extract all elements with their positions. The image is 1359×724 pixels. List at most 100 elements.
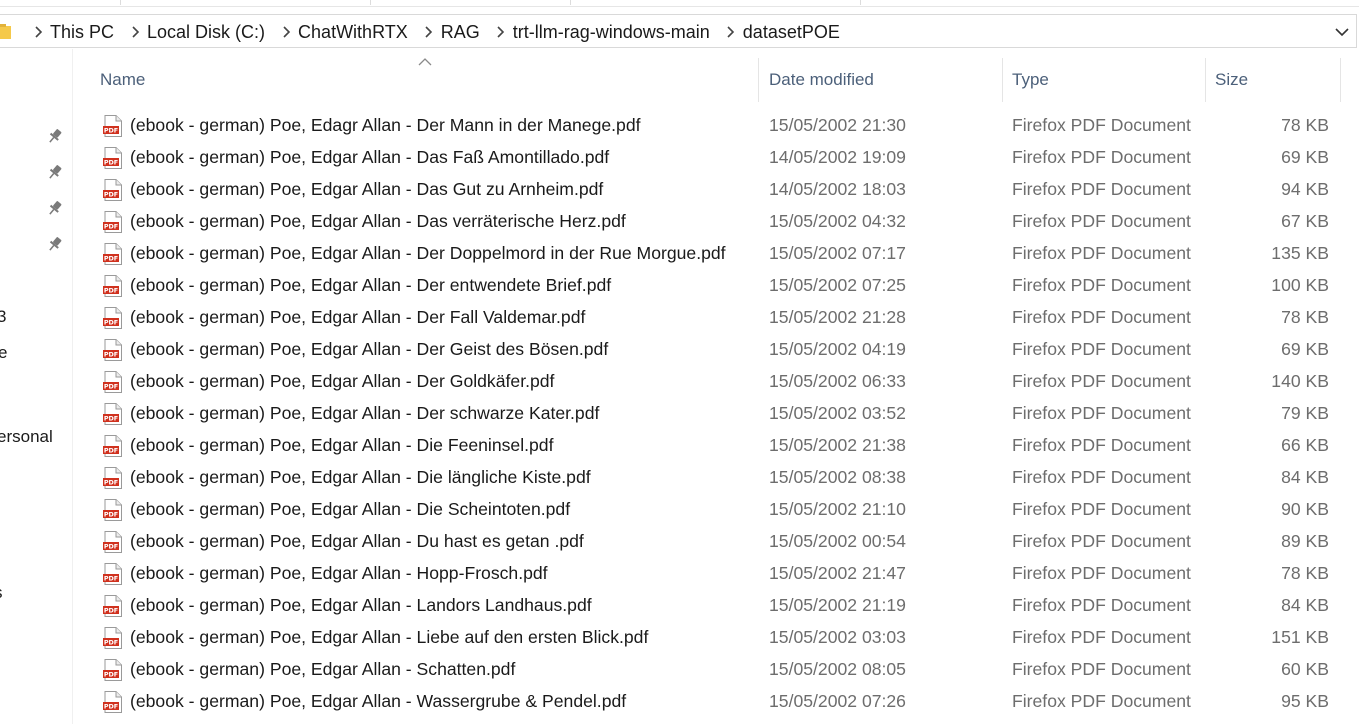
breadcrumb-item[interactable]: trt-llm-rag-windows-main (513, 22, 719, 43)
chevron-right-icon[interactable] (417, 15, 441, 49)
pdf-file-icon: PDF (103, 307, 122, 329)
address-dropdown-button[interactable] (1332, 22, 1352, 42)
file-size: 66 KB (1281, 435, 1329, 455)
navigation-pane[interactable]: 3 e ersonal s (0, 49, 73, 724)
column-header-name[interactable]: Name (88, 58, 758, 102)
file-name[interactable]: (ebook - german) Poe, Edgar Allan - Die … (130, 435, 553, 456)
file-row[interactable]: PDF (ebook - german) Poe, Edgar Allan - D… (96, 206, 1346, 238)
file-row[interactable]: PDF (ebook - german) Poe, Edgar Allan - D… (96, 142, 1346, 174)
chevron-right-icon[interactable] (274, 15, 298, 49)
file-row[interactable]: PDF (ebook - german) Poe, Edgar Allan - D… (96, 430, 1346, 462)
file-name[interactable]: (ebook - german) Poe, Edgar Allan - Lieb… (130, 627, 648, 648)
nav-item-label[interactable]: e (0, 343, 7, 363)
file-name[interactable]: (ebook - german) Poe, Edagr Allan - Der … (130, 115, 641, 136)
file-row[interactable]: PDF (ebook - german) Poe, Edgar Allan - L… (96, 622, 1346, 654)
address-bar[interactable]: This PC Local Disk (C:) ChatWithRTX RAG trt-… (0, 14, 1357, 48)
pin-icon[interactable] (47, 128, 63, 144)
column-header-date[interactable]: Date modified (759, 58, 1002, 102)
file-row[interactable]: PDF (ebook - german) Poe, Edgar Allan - D… (96, 526, 1346, 558)
pdf-file-icon: PDF (103, 435, 122, 457)
file-name[interactable]: (ebook - german) Poe, Edgar Allan - Der … (130, 339, 608, 360)
file-name[interactable]: (ebook - german) Poe, Edgar Allan - Der … (130, 371, 554, 392)
file-row[interactable]: PDF (ebook - german) Poe, Edgar Allan - S… (96, 654, 1346, 686)
file-row[interactable]: PDF (ebook - german) Poe, Edgar Allan - D… (96, 302, 1346, 334)
column-header-type[interactable]: Type (1003, 58, 1205, 102)
svg-text:PDF: PDF (104, 543, 118, 551)
file-name[interactable]: (ebook - german) Poe, Edgar Allan - Die … (130, 467, 591, 488)
file-date-modified: 15/05/2002 04:19 (769, 339, 906, 359)
file-row[interactable]: PDF (ebook - german) Poe, Edgar Allan - D… (96, 174, 1346, 206)
breadcrumb-item[interactable]: ChatWithRTX (298, 22, 417, 43)
file-size: 135 KB (1271, 243, 1329, 263)
file-date-modified: 14/05/2002 18:03 (769, 179, 906, 199)
file-date-modified: 15/05/2002 08:05 (769, 659, 906, 679)
chevron-right-icon[interactable] (489, 15, 513, 49)
svg-text:PDF: PDF (104, 671, 118, 679)
file-size: 84 KB (1281, 467, 1329, 487)
chevron-right-icon[interactable] (123, 15, 147, 49)
chevron-right-icon[interactable] (26, 15, 50, 49)
breadcrumb-item[interactable]: Local Disk (C:) (147, 22, 274, 43)
file-type: Firefox PDF Document (1012, 627, 1191, 647)
file-row[interactable]: PDF (ebook - german) Poe, Edgar Allan - H… (96, 558, 1346, 590)
svg-text:PDF: PDF (104, 287, 118, 295)
file-type: Firefox PDF Document (1012, 179, 1191, 199)
file-row[interactable]: PDF (ebook - german) Poe, Edgar Allan - D… (96, 270, 1346, 302)
chevron-right-icon[interactable] (719, 15, 743, 49)
breadcrumb-item[interactable]: RAG (441, 22, 489, 43)
file-row[interactable]: PDF (ebook - german) Poe, Edgar Allan - D… (96, 494, 1346, 526)
file-name[interactable]: (ebook - german) Poe, Edgar Allan - Wass… (130, 691, 626, 712)
folder-icon (0, 24, 11, 39)
file-row[interactable]: PDF (ebook - german) Poe, Edgar Allan - L… (96, 590, 1346, 622)
file-size: 140 KB (1271, 371, 1329, 391)
file-row[interactable]: PDF (ebook - german) Poe, Edgar Allan - D… (96, 366, 1346, 398)
file-size: 78 KB (1281, 563, 1329, 583)
file-name[interactable]: (ebook - german) Poe, Edgar Allan - Du h… (130, 531, 584, 552)
file-type: Firefox PDF Document (1012, 371, 1191, 391)
file-name[interactable]: (ebook - german) Poe, Edgar Allan - Die … (130, 499, 570, 520)
file-row[interactable]: PDF (ebook - german) Poe, Edgar Allan - D… (96, 334, 1346, 366)
file-name[interactable]: (ebook - german) Poe, Edgar Allan - Das … (130, 211, 626, 232)
file-type: Firefox PDF Document (1012, 275, 1191, 295)
file-row[interactable]: PDF (ebook - german) Poe, Edagr Allan - D… (96, 110, 1346, 142)
pin-icon[interactable] (47, 236, 63, 252)
pdf-file-icon: PDF (103, 595, 122, 617)
file-date-modified: 15/05/2002 21:38 (769, 435, 906, 455)
breadcrumb-item[interactable]: This PC (50, 22, 123, 43)
file-name[interactable]: (ebook - german) Poe, Edgar Allan - Der … (130, 307, 585, 328)
file-name[interactable]: (ebook - german) Poe, Edgar Allan - Scha… (130, 659, 515, 680)
file-row[interactable]: PDF (ebook - german) Poe, Edgar Allan - D… (96, 238, 1346, 270)
file-name[interactable]: (ebook - german) Poe, Edgar Allan - Der … (130, 243, 726, 264)
pdf-file-icon: PDF (103, 179, 122, 201)
file-name[interactable]: (ebook - german) Poe, Edgar Allan - Das … (130, 147, 609, 168)
file-size: 78 KB (1281, 115, 1329, 135)
file-size: 94 KB (1281, 179, 1329, 199)
file-name[interactable]: (ebook - german) Poe, Edgar Allan - Land… (130, 595, 592, 616)
file-size: 84 KB (1281, 595, 1329, 615)
file-name[interactable]: (ebook - german) Poe, Edgar Allan - Hopp… (130, 563, 548, 584)
file-name[interactable]: (ebook - german) Poe, Edgar Allan - Der … (130, 403, 599, 424)
file-row[interactable]: PDF (ebook - german) Poe, Edgar Allan - W… (96, 686, 1346, 718)
file-name[interactable]: (ebook - german) Poe, Edgar Allan - Der … (130, 275, 611, 296)
svg-text:PDF: PDF (104, 255, 118, 263)
svg-text:PDF: PDF (104, 511, 118, 519)
nav-item-label[interactable]: s (0, 583, 3, 603)
breadcrumb-item[interactable]: datasetPOE (743, 22, 849, 43)
toolbar-strip (0, 0, 1359, 7)
pin-icon[interactable] (47, 164, 63, 180)
column-header-size[interactable]: Size (1206, 58, 1340, 102)
file-type: Firefox PDF Document (1012, 211, 1191, 231)
file-size: 89 KB (1281, 531, 1329, 551)
nav-item-label[interactable]: ersonal (0, 427, 53, 447)
file-type: Firefox PDF Document (1012, 115, 1191, 135)
column-divider[interactable] (1340, 58, 1341, 102)
nav-item-label[interactable]: 3 (0, 307, 6, 327)
file-row[interactable]: PDF (ebook - german) Poe, Edgar Allan - D… (96, 462, 1346, 494)
file-date-modified: 15/05/2002 21:47 (769, 563, 906, 583)
file-size: 95 KB (1281, 691, 1329, 711)
svg-text:PDF: PDF (104, 191, 118, 199)
pdf-file-icon: PDF (103, 563, 122, 585)
file-row[interactable]: PDF (ebook - german) Poe, Edgar Allan - D… (96, 398, 1346, 430)
file-name[interactable]: (ebook - german) Poe, Edgar Allan - Das … (130, 179, 603, 200)
pin-icon[interactable] (47, 200, 63, 216)
